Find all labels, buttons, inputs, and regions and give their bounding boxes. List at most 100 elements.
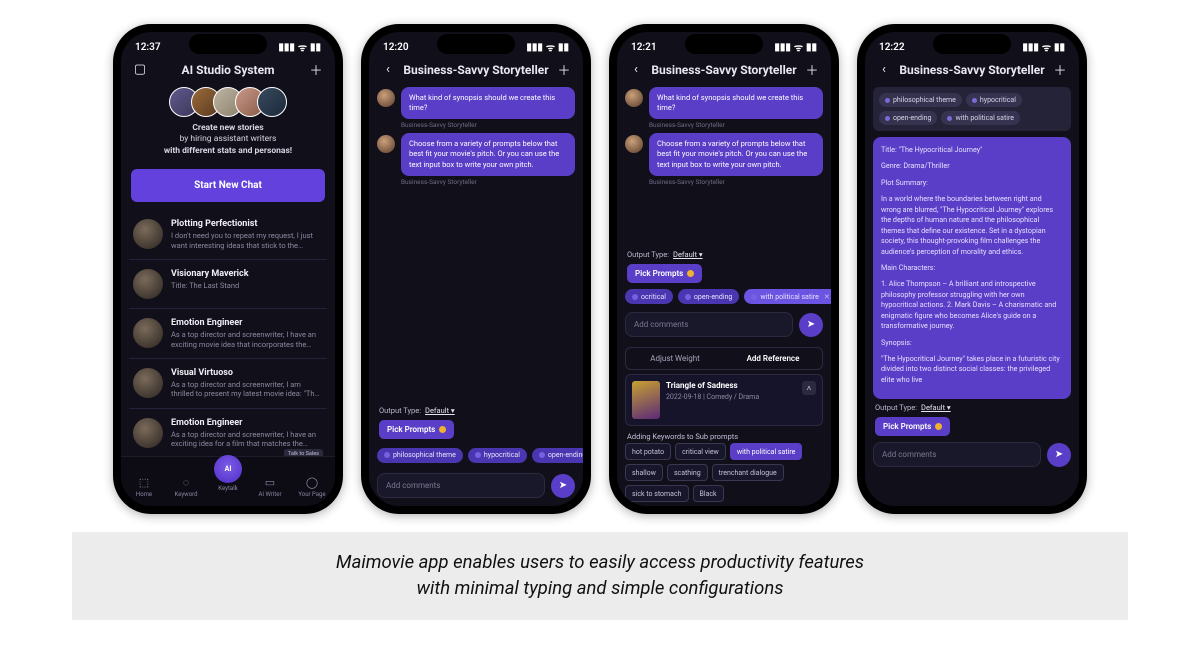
add-icon[interactable]: ＋ — [555, 60, 573, 79]
nav-home[interactable]: ⬚Home — [126, 476, 162, 498]
phone-3: 12:21 ▮▮▮ᯤ▮▮ ‹ Business-Savvy Storytelle… — [609, 24, 839, 514]
output-type-label: Output Type:Default ▾ — [369, 402, 583, 417]
status-bar: 12:22 ▮▮▮ᯤ▮▮ — [865, 32, 1079, 56]
dot-icon — [475, 452, 481, 458]
avatar — [133, 269, 163, 299]
signal-icon: ▮▮▮ — [774, 42, 791, 53]
nav-ai-writer[interactable]: ▭AI Writer — [252, 476, 288, 498]
prompt-chip[interactable]: hypocritical — [468, 448, 527, 463]
pick-prompts-button[interactable]: Pick Prompts — [875, 417, 950, 436]
list-item[interactable]: Plotting Perfectionist I don't need you … — [129, 210, 327, 260]
add-icon[interactable]: ＋ — [803, 60, 821, 79]
output-type-dropdown[interactable]: Default ▾ — [921, 403, 951, 412]
persona-avatars — [129, 87, 327, 117]
item-title: Visionary Maverick — [171, 269, 249, 279]
clock: 12:37 — [135, 42, 161, 53]
assistant-message: What kind of synopsis should we create t… — [649, 87, 823, 119]
list-item[interactable]: Visionary Maverick Title: The Last Stand — [129, 260, 327, 309]
avatar — [133, 368, 163, 398]
home-icon: ⬚ — [139, 476, 149, 489]
back-icon[interactable]: ‹ — [627, 62, 645, 77]
output-type-dropdown[interactable]: Default ▾ — [425, 406, 455, 415]
prompt-chip[interactable]: open-ending — [532, 448, 583, 463]
page-title: Business-Savvy Storyteller — [397, 63, 555, 77]
clock: 12:21 — [631, 42, 657, 53]
reference-meta: 2022-09-18 | Comedy / Drama — [666, 393, 796, 401]
comment-input[interactable]: Add comments — [625, 312, 793, 337]
item-desc: As a top director and screenwriter, I ha… — [171, 430, 323, 449]
keyword-chip[interactable]: hot potato — [625, 443, 671, 460]
pick-prompts-button[interactable]: Pick Prompts — [379, 420, 454, 439]
keyword-chip[interactable]: with political satire — [730, 443, 803, 460]
keyword-chip[interactable]: shallow — [625, 464, 663, 481]
tab-adjust-weight[interactable]: Adjust Weight — [626, 348, 724, 369]
tab-add-reference[interactable]: Add Reference — [724, 348, 822, 369]
send-button[interactable]: ➤ — [799, 313, 823, 337]
avatar — [625, 135, 643, 153]
prompt-chip[interactable]: with political satire✕ — [744, 289, 831, 304]
hero-tagline: Create new stories by hiring assistant w… — [129, 123, 327, 157]
send-button[interactable]: ➤ — [1047, 443, 1071, 467]
prompt-chip[interactable]: philosophical theme — [377, 448, 463, 463]
back-icon[interactable]: ‹ — [379, 62, 397, 77]
reference-card[interactable]: Triangle of Sadness 2022-09-18 | Comedy … — [625, 374, 823, 426]
sender-label: Business-Savvy Storyteller — [649, 178, 823, 186]
selected-tags-card: philosophical theme hypocritical open-endi… — [873, 87, 1071, 131]
battery-icon: ▮▮ — [558, 42, 569, 53]
assistant-message: Choose from a variety of prompts below t… — [401, 133, 575, 175]
keywords-label: Adding Keywords to Sub prompts — [627, 432, 821, 441]
keyword-chip[interactable]: scathing — [667, 464, 708, 481]
user-icon: ◯ — [306, 476, 318, 489]
add-icon[interactable]: ＋ — [307, 60, 325, 79]
page-title: Business-Savvy Storyteller — [893, 63, 1051, 77]
keyword-chip[interactable]: critical view — [675, 443, 726, 460]
keyword-chip[interactable]: trenchant dialogue — [712, 464, 784, 481]
remove-icon[interactable]: ✕ — [824, 293, 830, 301]
tag-chip[interactable]: philosophical theme — [879, 93, 962, 107]
avatar — [133, 318, 163, 348]
wifi-icon: ᯤ — [794, 40, 803, 54]
phone-4: 12:22 ▮▮▮ᯤ▮▮ ‹ Business-Savvy Storytelle… — [857, 24, 1087, 514]
movie-poster — [632, 381, 660, 419]
send-button[interactable]: ➤ — [551, 474, 575, 498]
list-item[interactable]: Visual Virtuoso As a top director and sc… — [129, 359, 327, 409]
tag-chip[interactable]: hypocritical — [966, 93, 1022, 107]
sender-label: Business-Savvy Storyteller — [401, 121, 575, 129]
keyword-chip[interactable]: sick to stomach — [625, 485, 689, 502]
keyword-chip[interactable]: Black — [693, 485, 724, 502]
page-title: AI Studio System — [149, 63, 307, 77]
avatar — [133, 219, 163, 249]
avatar — [257, 87, 287, 117]
comment-input[interactable]: Add comments — [377, 473, 545, 498]
nav-your-page[interactable]: ◯Your Page — [294, 476, 330, 498]
generated-story: Title: "The Hypocritical Journey"Genre: … — [873, 137, 1071, 399]
clock: 12:22 — [879, 42, 905, 53]
prompt-chip[interactable]: ocritical — [625, 289, 673, 304]
sender-label: Business-Savvy Storyteller — [401, 178, 575, 186]
tag-chip[interactable]: open-ending — [879, 111, 937, 125]
persona-list[interactable]: Plotting Perfectionist I don't need you … — [121, 210, 335, 456]
chevron-up-icon[interactable]: ˄ — [802, 381, 816, 395]
pick-prompts-button[interactable]: Pick Prompts — [627, 264, 702, 283]
assistant-message: Choose from a variety of prompts below t… — [649, 133, 823, 175]
talk-to-sales-badge[interactable]: Talk to Sales — [284, 449, 323, 456]
list-item[interactable]: Emotion Engineer As a top director and s… — [129, 409, 327, 456]
tag-chip[interactable]: with political satire — [941, 111, 1020, 125]
start-new-chat-button[interactable]: Start New Chat — [131, 169, 325, 202]
item-desc: I don't need you to repeat my request, I… — [171, 231, 323, 250]
list-item[interactable]: Emotion Engineer As a top director and s… — [129, 309, 327, 359]
item-title: Plotting Perfectionist — [171, 219, 323, 229]
add-icon[interactable]: ＋ — [1051, 60, 1069, 79]
back-icon[interactable]: ‹ — [875, 62, 893, 77]
nav-ai-keytalk[interactable]: AIKeytalk — [210, 455, 246, 492]
comment-input[interactable]: Add comments — [873, 442, 1041, 467]
bottom-nav: ⬚Home ◌Keyword AIKeytalk ▭AI Writer ◯You… — [121, 456, 335, 506]
wifi-icon: ᯤ — [1042, 40, 1051, 54]
nav-keyword[interactable]: ◌Keyword — [168, 476, 204, 498]
output-type-dropdown[interactable]: Default ▾ — [673, 250, 703, 259]
status-bar: 12:37 ▮▮▮ ᯤ ▮▮ — [121, 32, 335, 56]
signal-icon: ▮▮▮ — [1022, 42, 1039, 53]
dot-icon — [384, 452, 390, 458]
prompt-chip[interactable]: open-ending — [678, 289, 739, 304]
briefcase-icon[interactable]: ▢ — [131, 62, 149, 77]
